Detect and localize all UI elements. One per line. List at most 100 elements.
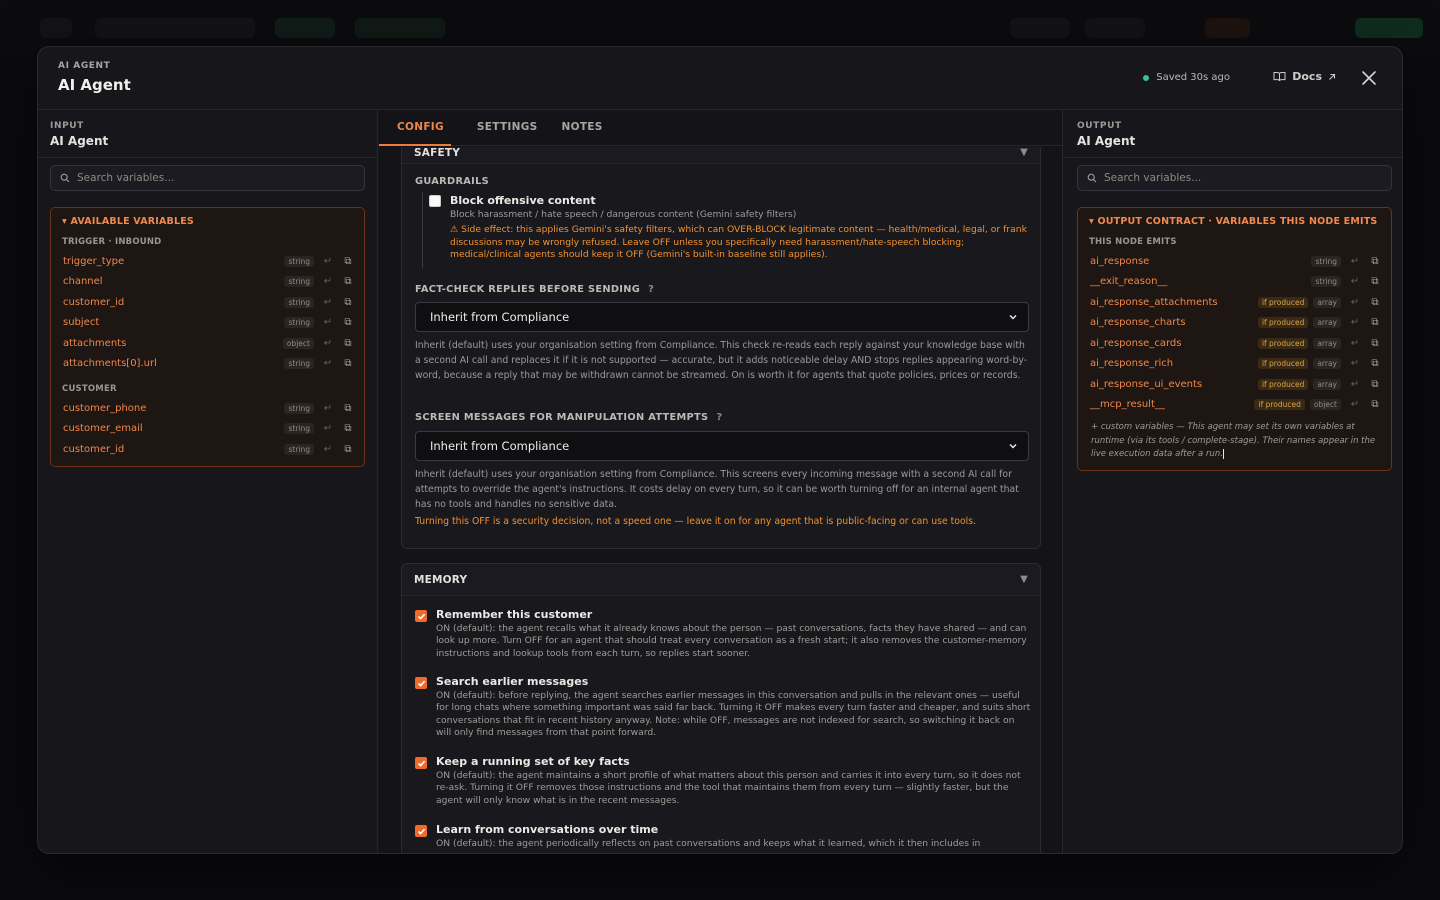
insert-icon[interactable]: ↵ (1349, 256, 1361, 267)
memory-option-checkbox[interactable] (415, 677, 427, 689)
copy-icon[interactable]: ⧉ (1369, 379, 1381, 390)
config-scroll-area[interactable]: SAFETY ▼ GUARDRAILS Block offensive cont… (379, 147, 1062, 853)
memory-option-checkbox[interactable] (415, 757, 427, 769)
variable-row[interactable]: customer_email string ↵ ⧉ (51, 419, 364, 440)
variable-row[interactable]: trigger_type string ↵ ⧉ (51, 251, 364, 272)
input-eyebrow: INPUT (50, 121, 84, 131)
variable-row[interactable]: __mcp_result__ if produced object ↵ ⧉ (1078, 395, 1391, 416)
screen-select[interactable]: Inherit from Compliance (415, 431, 1029, 461)
copy-icon[interactable]: ⧉ (1369, 317, 1381, 328)
modal-eyebrow: AI AGENT (58, 61, 111, 71)
block-offensive-checkbox[interactable] (429, 195, 441, 207)
tab-config[interactable]: CONFIG (397, 110, 460, 146)
safety-title: SAFETY (414, 147, 460, 159)
insert-icon[interactable]: ↵ (322, 358, 334, 369)
copy-icon[interactable]: ⧉ (342, 358, 354, 369)
copy-icon[interactable]: ⧉ (342, 297, 354, 308)
variable-type-badge: string (284, 402, 314, 414)
insert-icon[interactable]: ↵ (1349, 399, 1361, 410)
variable-name: attachments (63, 337, 127, 349)
copy-icon[interactable]: ⧉ (1369, 399, 1381, 410)
config-panel: CONFIG SETTINGS NOTES SAFETY ▼ GUARDRAIL… (379, 110, 1063, 853)
factcheck-label: FACT-CHECK REPLIES BEFORE SENDING ? (415, 284, 654, 295)
insert-icon[interactable]: ↵ (1349, 358, 1361, 369)
docs-link[interactable]: Docs (1273, 70, 1336, 83)
variable-row[interactable]: subject string ↵ ⧉ (51, 313, 364, 334)
insert-icon[interactable]: ↵ (322, 297, 334, 308)
chevron-down-icon (1009, 314, 1017, 320)
variable-row[interactable]: ai_response string ↵ ⧉ (1078, 251, 1391, 272)
output-contract-box: ▾ OUTPUT CONTRACT · VARIABLES THIS NODE … (1077, 207, 1392, 471)
variable-row[interactable]: ai_response_ui_events if produced array … (1078, 374, 1391, 395)
tab-settings[interactable]: SETTINGS (460, 110, 554, 146)
copy-icon[interactable]: ⧉ (342, 423, 354, 434)
insert-icon[interactable]: ↵ (322, 338, 334, 349)
variable-group-label: CUSTOMER (62, 384, 117, 394)
variable-row[interactable]: customer_id string ↵ ⧉ (51, 292, 364, 313)
variable-row[interactable]: ai_response_rich if produced array ↵ ⧉ (1078, 354, 1391, 375)
variable-name: ai_response_charts (1090, 317, 1186, 329)
copy-icon[interactable]: ⧉ (342, 276, 354, 287)
external-link-icon (1329, 73, 1336, 80)
insert-icon[interactable]: ↵ (322, 276, 334, 287)
variable-row[interactable]: __exit_reason__ string ↵ ⧉ (1078, 272, 1391, 293)
available-variables-label: AVAILABLE VARIABLES (70, 216, 194, 227)
insert-icon[interactable]: ↵ (1349, 338, 1361, 349)
copy-icon[interactable]: ⧉ (342, 338, 354, 349)
insert-icon[interactable]: ↵ (322, 317, 334, 328)
variable-row[interactable]: channel string ↵ ⧉ (51, 272, 364, 293)
copy-icon[interactable]: ⧉ (1369, 276, 1381, 287)
copy-icon[interactable]: ⧉ (342, 256, 354, 267)
variable-row[interactable]: attachments object ↵ ⧉ (51, 333, 364, 354)
memory-option-desc: ON (default): the agent periodically ref… (436, 838, 981, 849)
variable-row[interactable]: ai_response_attachments if produced arra… (1078, 292, 1391, 313)
copy-icon[interactable]: ⧉ (342, 403, 354, 414)
variable-name: channel (63, 276, 103, 288)
copy-icon[interactable]: ⧉ (1369, 338, 1381, 349)
variable-row[interactable]: ai_response_charts if produced array ↵ ⧉ (1078, 313, 1391, 334)
help-icon[interactable]: ? (716, 412, 722, 423)
insert-icon[interactable]: ↵ (322, 444, 334, 455)
variable-row[interactable]: customer_id string ↵ ⧉ (51, 439, 364, 460)
memory-option-checkbox[interactable] (415, 825, 427, 837)
memory-header[interactable]: MEMORY ▼ (402, 564, 1040, 596)
copy-icon[interactable]: ⧉ (1369, 256, 1381, 267)
factcheck-select[interactable]: Inherit from Compliance (415, 302, 1029, 332)
tab-notes[interactable]: NOTES (554, 110, 619, 146)
copy-icon[interactable]: ⧉ (1369, 358, 1381, 369)
available-variables-title[interactable]: ▾ AVAILABLE VARIABLES (51, 216, 364, 233)
variable-row[interactable]: attachments[0].url string ↵ ⧉ (51, 354, 364, 375)
output-search-field[interactable] (1104, 172, 1374, 184)
insert-icon[interactable]: ↵ (1349, 317, 1361, 328)
copy-icon[interactable]: ⧉ (342, 444, 354, 455)
factcheck-label-text: FACT-CHECK REPLIES BEFORE SENDING (415, 284, 641, 295)
variable-type-badge: object (282, 337, 314, 349)
block-offensive-warning: ⚠ Side effect: this applies Gemini's saf… (450, 224, 1027, 261)
variable-type-badge: string (284, 423, 314, 435)
input-search[interactable] (50, 165, 365, 191)
if-produced-badge: if produced (1257, 378, 1309, 390)
variable-type-badge: string (284, 296, 314, 308)
insert-icon[interactable]: ↵ (322, 403, 334, 414)
close-icon[interactable] (1358, 67, 1380, 89)
variable-type-badge: string (284, 276, 314, 288)
output-contract-title[interactable]: ▾ OUTPUT CONTRACT · VARIABLES THIS NODE … (1078, 216, 1391, 233)
memory-option-checkbox[interactable] (415, 610, 427, 622)
safety-header[interactable]: SAFETY ▼ (402, 147, 1040, 164)
screen-label: SCREEN MESSAGES FOR MANIPULATION ATTEMPT… (415, 412, 722, 423)
copy-icon[interactable]: ⧉ (342, 317, 354, 328)
help-icon[interactable]: ? (648, 284, 654, 295)
insert-icon[interactable]: ↵ (322, 256, 334, 267)
insert-icon[interactable]: ↵ (322, 423, 334, 434)
copy-icon[interactable]: ⧉ (1369, 297, 1381, 308)
insert-icon[interactable]: ↵ (1349, 297, 1361, 308)
docs-label: Docs (1292, 70, 1322, 83)
memory-option: Learn from conversations over time ON (d… (415, 823, 1029, 850)
insert-icon[interactable]: ↵ (1349, 379, 1361, 390)
node-config-modal: AI AGENT AI Agent Saved 30s ago Docs INP… (37, 46, 1403, 854)
insert-icon[interactable]: ↵ (1349, 276, 1361, 287)
input-search-field[interactable] (77, 172, 347, 184)
output-search[interactable] (1077, 165, 1392, 191)
variable-row[interactable]: ai_response_cards if produced array ↵ ⧉ (1078, 333, 1391, 354)
variable-row[interactable]: customer_phone string ↵ ⧉ (51, 398, 364, 419)
